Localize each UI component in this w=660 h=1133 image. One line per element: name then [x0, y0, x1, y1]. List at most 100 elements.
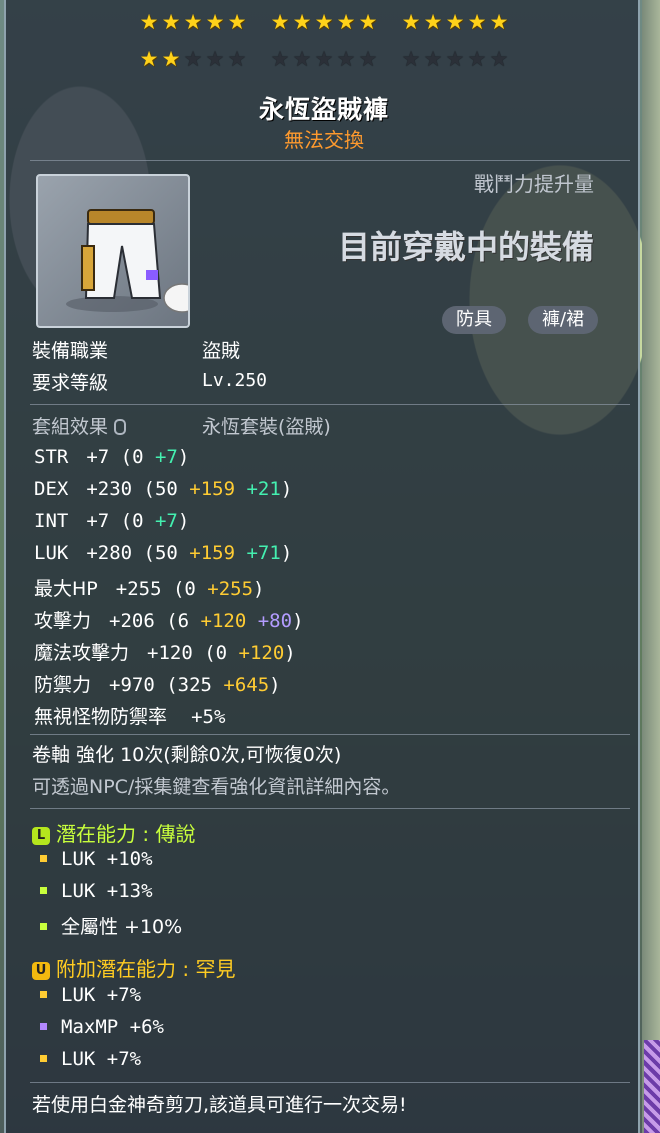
- potential-title: 潛在能力 : 傳說: [56, 822, 196, 846]
- ignore-def-label: 無視怪物防禦率: [34, 706, 168, 728]
- stat-values: +970 (325 +645): [109, 674, 281, 696]
- star-filled-icon: ★: [489, 10, 509, 34]
- stat-extra: +7: [154, 446, 178, 468]
- stat-close: ): [280, 478, 293, 500]
- star-filled-icon: ★: [161, 47, 181, 71]
- star-group: ★ ★ ★ ★ ★: [271, 10, 378, 34]
- star-group: ★ ★ ★ ★ ★: [140, 10, 247, 34]
- stat-name: STR: [34, 446, 69, 468]
- star-empty-icon: ★: [358, 47, 378, 71]
- set-effect-label: 套組效果: [32, 416, 109, 438]
- stat-extra: +80: [257, 610, 293, 632]
- stat-total: +230 (50: [86, 478, 190, 500]
- stat-close: ): [280, 542, 293, 564]
- legendary-badge-icon: L: [32, 827, 50, 845]
- bonus-potential-line: LUK +7%: [40, 1048, 141, 1070]
- stat-total: +7 (0: [86, 446, 155, 468]
- trade-status: 無法交換: [284, 128, 364, 152]
- stat-row: 攻擊力 +206 (6 +120 +80): [34, 606, 304, 633]
- bonus-potential-title: 附加潛在能力 : 罕見: [56, 957, 236, 981]
- stat-close: ): [177, 510, 190, 532]
- item-tooltip: ★ ★ ★ ★ ★ ★ ★ ★ ★ ★ ★ ★ ★ ★ ★ ★ ★ ★ ★ ★ ★ ★ ★ ★ ★ ★ ★ ★ ★ ★ 永恆盜賊褲 無法…: [4, 0, 640, 1133]
- pants-icon: [66, 209, 188, 313]
- stat-total: +255 (0: [115, 578, 208, 600]
- star-empty-icon: ★: [183, 47, 203, 71]
- set-effect-row[interactable]: 套組效果: [32, 412, 132, 439]
- rare-badge-icon: U: [32, 962, 50, 980]
- stat-total: +280 (50: [86, 542, 190, 564]
- stat-row: LUK +280 (50 +159 +71): [34, 542, 292, 564]
- star-empty-icon: ★: [489, 47, 509, 71]
- stat-name: INT: [34, 510, 69, 532]
- potential-line-text: 全屬性 +10%: [61, 916, 183, 938]
- stat-name: 最大HP: [34, 578, 98, 600]
- stat-values: +7 (0 +7): [86, 510, 189, 532]
- stat-total: +120 (0: [147, 642, 239, 664]
- stat-extra: +21: [246, 478, 281, 500]
- star-filled-icon: ★: [139, 47, 159, 71]
- stat-total: +970 (325: [109, 674, 224, 696]
- game-edge: [642, 0, 660, 1133]
- star-filled-icon: ★: [183, 10, 203, 34]
- star-empty-icon: ★: [270, 47, 290, 71]
- potential-title-row: L 潛在能力 : 傳說: [32, 818, 195, 847]
- mouse-icon: [114, 419, 127, 435]
- bonus-potential-line: MaxMP +6%: [40, 1016, 164, 1038]
- divider: [30, 404, 630, 405]
- star-empty-icon: ★: [401, 47, 421, 71]
- stat-bonus: +120: [238, 642, 285, 664]
- bonus-potential-line-text: LUK +7%: [61, 1048, 142, 1070]
- stat-close: ): [269, 674, 281, 696]
- divider: [30, 808, 630, 809]
- potential-line: LUK +13%: [40, 880, 153, 902]
- power-increase-value: 目前穿戴中的裝備: [337, 228, 594, 266]
- stat-bonus: +255: [207, 578, 254, 600]
- star-group: ★ ★ ★ ★ ★: [271, 47, 378, 71]
- game-edge-decoration: [644, 1040, 660, 1133]
- stat-extra: +71: [246, 542, 281, 564]
- star-filled-icon: ★: [292, 10, 312, 34]
- stat-row: DEX +230 (50 +159 +21): [34, 478, 292, 500]
- stat-row: 最大HP +255 (0 +255): [34, 574, 264, 601]
- stat-name: 攻擊力: [34, 610, 92, 632]
- star-empty-icon: ★: [423, 47, 443, 71]
- stat-close: ): [177, 446, 190, 468]
- tag-armor: 防具: [442, 306, 506, 334]
- level-value: Lv.250: [202, 370, 268, 391]
- stat-name: 魔法攻擊力: [34, 642, 130, 664]
- stat-close: ): [284, 642, 296, 664]
- star-empty-icon: ★: [205, 47, 225, 71]
- star-filled-icon: ★: [205, 10, 225, 34]
- stat-total: +7 (0: [86, 510, 155, 532]
- star-filled-icon: ★: [445, 10, 465, 34]
- stat-bonus: +159: [189, 478, 247, 500]
- stat-close: ): [292, 610, 304, 632]
- scroll-line: 卷軸 強化 10次(剩餘0次,可恢復0次): [32, 744, 342, 766]
- star-filled-icon: ★: [139, 10, 159, 34]
- stat-values: +120 (0 +120): [147, 642, 296, 664]
- star-group: ★ ★ ★ ★ ★: [402, 10, 509, 34]
- stat-bonus: +645: [223, 674, 270, 696]
- stat-bonus: +159: [189, 542, 247, 564]
- bonus-potential-line: LUK +7%: [40, 984, 141, 1006]
- stat-name: LUK: [34, 542, 69, 564]
- potential-line-text: LUK +13%: [61, 880, 153, 902]
- star-filled-icon: ★: [401, 10, 421, 34]
- star-filled-icon: ★: [227, 10, 247, 34]
- power-increase-label: 戰鬥力提升量: [474, 172, 594, 196]
- star-empty-icon: ★: [227, 47, 247, 71]
- set-effect-value: 永恆套裝(盜賊): [202, 416, 331, 438]
- star-filled-icon: ★: [270, 10, 290, 34]
- item-icon-frame: [36, 174, 190, 328]
- star-force-row-1: ★ ★ ★ ★ ★ ★ ★ ★ ★ ★ ★ ★ ★ ★ ★: [6, 10, 642, 34]
- star-empty-icon: ★: [292, 47, 312, 71]
- potential-line: LUK +10%: [40, 848, 153, 870]
- bonus-potential-line-text: LUK +7%: [61, 984, 142, 1006]
- stat-values: +206 (6 +120 +80): [109, 610, 304, 632]
- stat-bonus: +120: [200, 610, 258, 632]
- star-group: ★ ★ ★ ★ ★: [402, 47, 509, 71]
- star-group: ★ ★ ★ ★ ★: [140, 47, 247, 71]
- tag-bottom: 褲/裙: [528, 306, 599, 334]
- star-empty-icon: ★: [336, 47, 356, 71]
- potential-line: 全屬性 +10%: [40, 912, 182, 939]
